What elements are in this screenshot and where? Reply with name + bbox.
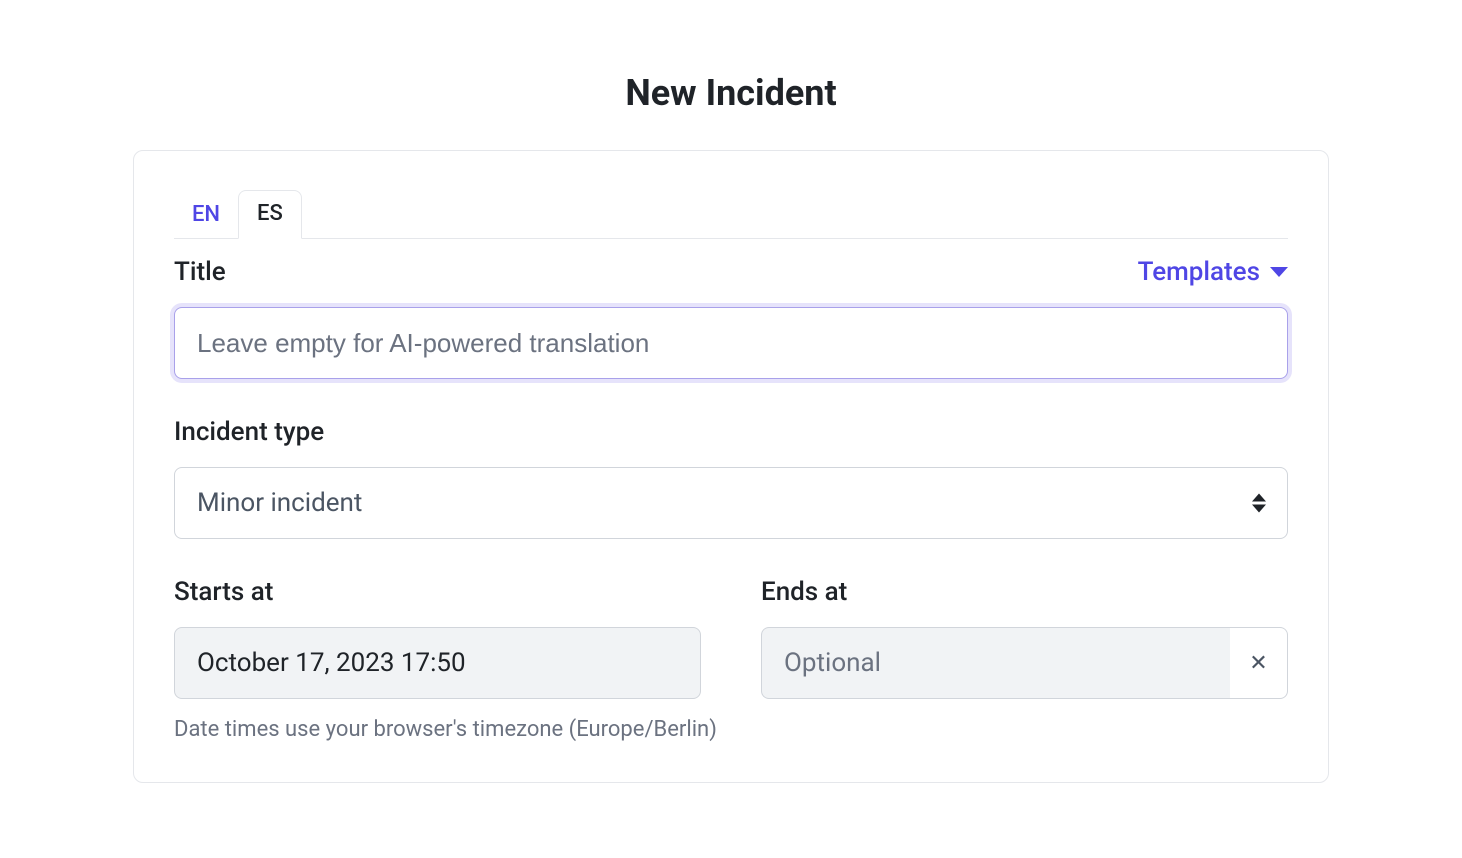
ends-at-col: Ends at Optional ✕	[761, 577, 1288, 699]
incident-type-select[interactable]: Minor incident	[174, 467, 1288, 539]
tab-es[interactable]: ES	[238, 190, 302, 239]
close-icon: ✕	[1249, 651, 1267, 676]
ends-at-label: Ends at	[761, 577, 1288, 607]
ends-at-group: Optional ✕	[761, 627, 1288, 699]
ends-at-input[interactable]: Optional	[761, 627, 1230, 699]
incident-type-value: Minor incident	[197, 488, 362, 518]
locale-tabs: EN ES	[174, 189, 1288, 239]
title-row-header: Title Templates	[174, 257, 1288, 287]
timezone-hint: Date times use your browser's timezone (…	[174, 717, 1288, 742]
starts-at-label: Starts at	[174, 577, 701, 607]
caret-down-icon	[1270, 267, 1288, 277]
starts-at-input[interactable]: October 17, 2023 17:50	[174, 627, 701, 699]
incident-type-label: Incident type	[174, 417, 1288, 447]
title-label: Title	[174, 257, 226, 287]
ends-at-clear-button[interactable]: ✕	[1230, 627, 1288, 699]
date-row: Starts at October 17, 2023 17:50 Ends at…	[174, 577, 1288, 699]
incident-type-select-wrapper: Minor incident	[174, 467, 1288, 539]
starts-at-col: Starts at October 17, 2023 17:50	[174, 577, 701, 699]
starts-at-group: October 17, 2023 17:50	[174, 627, 701, 699]
starts-at-value: October 17, 2023 17:50	[197, 648, 466, 678]
incident-type-section: Incident type Minor incident	[174, 417, 1288, 539]
page-title: New Incident	[0, 72, 1462, 114]
templates-label: Templates	[1138, 257, 1260, 287]
templates-dropdown[interactable]: Templates	[1138, 257, 1288, 287]
ends-at-placeholder: Optional	[784, 648, 881, 678]
title-input[interactable]	[174, 307, 1288, 379]
incident-form-card: EN ES Title Templates Incident type Mino…	[133, 150, 1329, 783]
tab-en[interactable]: EN	[174, 192, 238, 239]
